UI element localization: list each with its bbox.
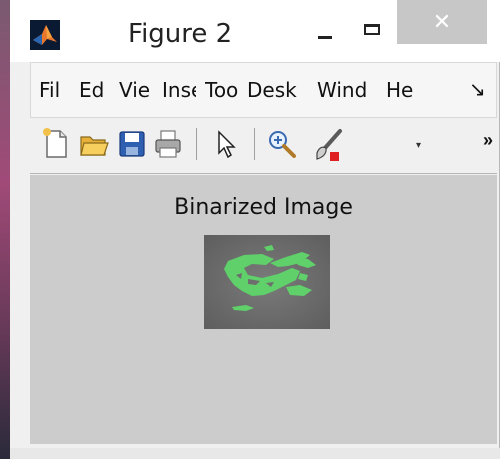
menu-view[interactable]: Vie <box>119 78 153 102</box>
zoom-in-icon[interactable] <box>266 128 298 160</box>
axes-title: Binarized Image <box>174 195 353 220</box>
figure-toolbar: ▾ » <box>30 118 497 174</box>
menu-window[interactable]: Wind <box>317 78 379 102</box>
pointer-arrow-icon[interactable] <box>210 128 242 160</box>
maximize-button[interactable] <box>355 16 391 52</box>
window-title: Figure 2 <box>128 19 233 49</box>
menu-help[interactable]: He <box>386 78 418 102</box>
menu-file[interactable]: Fil <box>39 78 71 102</box>
close-button[interactable]: ✕ <box>397 0 487 44</box>
menu-tools[interactable]: Too <box>205 78 239 102</box>
brush-dropdown-arrow[interactable]: ▾ <box>416 140 421 151</box>
desktop-edge <box>0 0 10 459</box>
toolbar-overflow-icon[interactable]: » <box>483 130 493 151</box>
binarized-image <box>204 235 330 329</box>
menu-desktop[interactable]: Desk <box>247 78 307 102</box>
menu-bar: Fil Ed Vie Inse Too Desk Wind He ↘ <box>30 62 497 118</box>
title-bar[interactable]: Figure 2 ✕ <box>10 0 500 62</box>
save-disk-icon[interactable] <box>116 128 148 160</box>
toolbar-separator <box>196 128 197 160</box>
open-folder-icon[interactable] <box>78 128 110 160</box>
toolbar-separator <box>254 128 255 160</box>
menu-insert[interactable]: Inse <box>162 78 196 102</box>
figure-window: Figure 2 ✕ Fil Ed Vie Inse Too Desk Wind… <box>10 0 500 459</box>
new-file-icon[interactable] <box>40 128 72 160</box>
window-bottom-border <box>10 448 500 459</box>
minimize-button[interactable] <box>309 16 345 52</box>
menu-overflow-icon[interactable]: ↘ <box>469 77 486 102</box>
print-icon[interactable] <box>152 128 184 160</box>
matlab-logo-icon <box>30 20 60 50</box>
figure-canvas: Binarized Image <box>30 175 497 444</box>
data-brush-icon[interactable] <box>310 128 346 162</box>
menu-edit[interactable]: Ed <box>79 78 109 102</box>
